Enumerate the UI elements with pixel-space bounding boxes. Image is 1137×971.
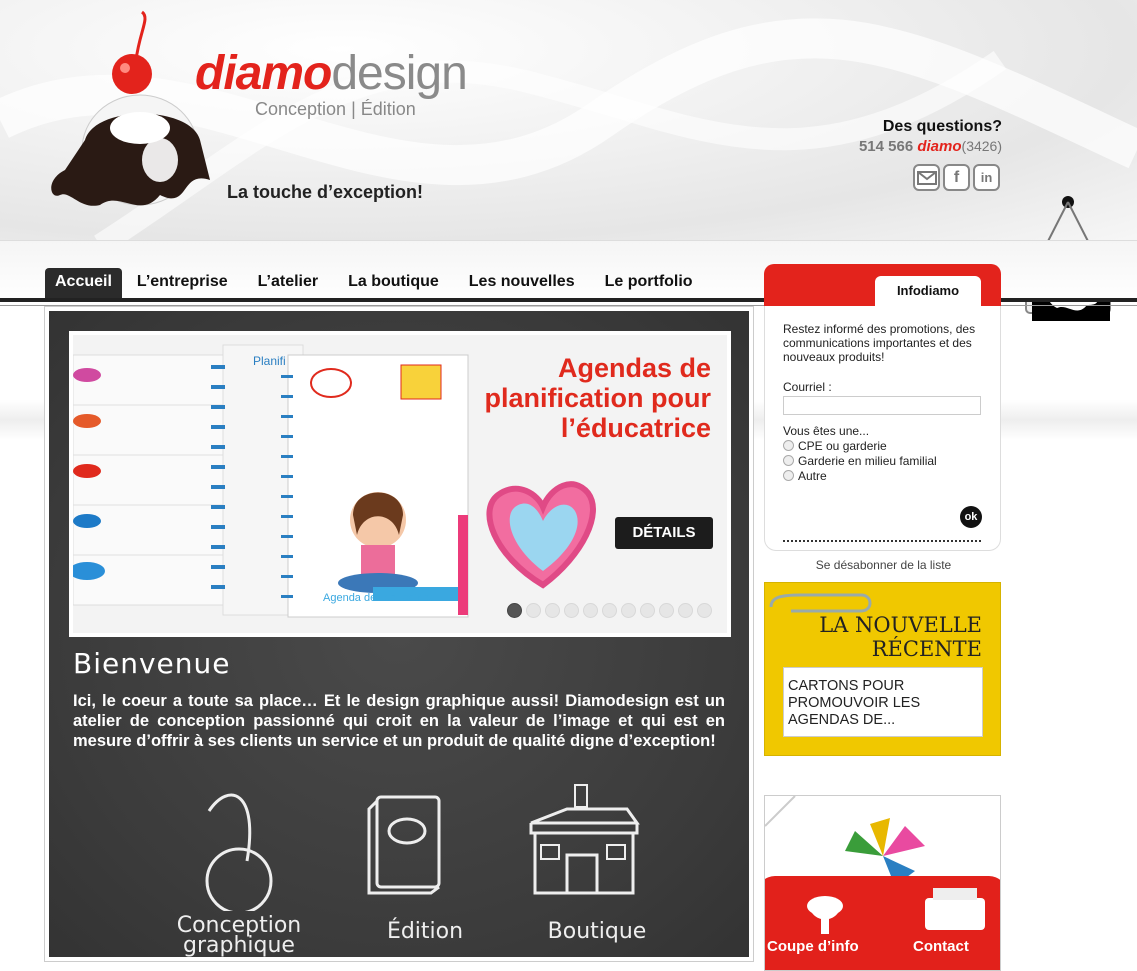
main-content: Planifi Agenda de l’éducatrice Agendas d…: [44, 306, 754, 962]
nav-item-entreprise[interactable]: L’entreprise: [122, 268, 243, 298]
unsubscribe-link[interactable]: Se désabonner de la liste: [765, 558, 1002, 572]
facebook-icon[interactable]: f: [943, 164, 970, 191]
newsletter-body: Restez informé des promotions, des commu…: [764, 306, 1001, 572]
slide-dot[interactable]: [621, 603, 636, 618]
nav-item-nouvelles[interactable]: Les nouvelles: [454, 268, 590, 298]
contact-block: Des questions? 514 566 diamo(3426): [859, 118, 1002, 155]
logo-subtitle: Conception | Édition: [255, 99, 416, 119]
radio-milieu-familial[interactable]: Garderie en milieu familial: [783, 453, 982, 468]
slide-dot[interactable]: [564, 603, 579, 618]
tile-edition-label: Édition: [386, 919, 464, 944]
phone-number[interactable]: 514 566 diamo(3426): [859, 138, 1002, 155]
book-icon: [367, 795, 441, 895]
recent-news-headline[interactable]: CARTONS POUR PROMOUVOIR LES AGENDAS DE..…: [783, 667, 983, 737]
slideshow[interactable]: Planifi Agenda de l’éducatrice Agendas d…: [69, 331, 731, 637]
questions-label: Des questions?: [882, 118, 1002, 135]
recent-news[interactable]: LA NOUVELLE RÉCENTE CARTONS POUR PROMOUV…: [764, 582, 1001, 756]
dotted-divider: [783, 540, 981, 542]
email-icon[interactable]: [913, 164, 940, 191]
email-label: Courriel :: [783, 380, 832, 394]
promo-block: Coupe d’info Contact: [764, 795, 1001, 971]
details-button[interactable]: DÉTAILS: [615, 517, 713, 549]
main-nav: Accueil L’entreprise L’atelier La boutiq…: [45, 268, 708, 298]
tile-boutique-label: Boutique: [547, 919, 647, 944]
newsletter-tab[interactable]: Infodiamo: [875, 276, 981, 310]
tagline: La touche d’exception!: [227, 182, 424, 202]
social-links: f in: [913, 164, 1000, 191]
newsletter-widget: Infodiamo Restez informé des promotions,…: [764, 264, 1001, 572]
cherry-icon: [205, 793, 273, 915]
slide-dot[interactable]: [640, 603, 655, 618]
tile-conception-label-2: graphique: [183, 933, 295, 958]
coupe-info-button[interactable]: Coupe d’info: [767, 938, 859, 955]
slide-dot[interactable]: [659, 603, 674, 618]
welcome-text: Ici, le coeur a toute sa place… Et le de…: [73, 692, 725, 750]
planif-text: Planifi: [253, 354, 286, 368]
slide-pagination: [507, 603, 712, 618]
nav-item-portfolio[interactable]: Le portfolio: [590, 268, 708, 298]
linkedin-icon[interactable]: in: [973, 164, 1000, 191]
tile-conception[interactable]: Conception graphique: [159, 781, 319, 961]
newsletter-intro: Restez informé des promotions, des commu…: [783, 322, 976, 364]
shop-icon: [529, 784, 640, 895]
slide-dot[interactable]: [697, 603, 712, 618]
contact-button[interactable]: Contact: [913, 938, 969, 955]
type-label: Vous êtes une...: [783, 424, 870, 438]
radio-cpe[interactable]: CPE ou garderie: [783, 438, 982, 453]
radio-button[interactable]: [783, 470, 794, 481]
slide-dot[interactable]: [545, 603, 560, 618]
site-logo[interactable]: diamodesign Conception | Édition La touc…: [40, 10, 468, 230]
logo-wordmark: diamodesign: [195, 47, 468, 100]
slide-dot[interactable]: [583, 603, 598, 618]
tile-boutique[interactable]: Boutique: [517, 781, 677, 961]
slide-image[interactable]: Planifi Agenda de l’éducatrice Agendas d…: [73, 335, 727, 633]
sundae-icon: [51, 10, 210, 206]
nav-item-boutique[interactable]: La boutique: [333, 268, 454, 298]
radio-button[interactable]: [783, 440, 794, 451]
newsletter-header: Infodiamo: [764, 264, 1001, 310]
slide-dot[interactable]: [602, 603, 617, 618]
ok-button[interactable]: ok: [960, 506, 982, 528]
slide-title: Agendas de planification pour l’éducatri…: [484, 353, 712, 443]
recent-news-title: LA NOUVELLE RÉCENTE: [819, 613, 982, 661]
tile-edition[interactable]: Édition: [345, 781, 505, 961]
agenda-cover-text: Agenda de l’éducatrice: [323, 592, 435, 604]
radio-button[interactable]: [783, 455, 794, 466]
radio-autre[interactable]: Autre: [783, 468, 982, 483]
chalkboard: Planifi Agenda de l’éducatrice Agendas d…: [49, 311, 749, 957]
slide-dot[interactable]: [526, 603, 541, 618]
slide-dot[interactable]: [507, 603, 522, 618]
welcome-title: Bienvenue: [73, 647, 231, 680]
nav-item-accueil[interactable]: Accueil: [45, 268, 122, 298]
email-field[interactable]: [783, 396, 981, 415]
slide-dot[interactable]: [678, 603, 693, 618]
nav-item-atelier[interactable]: L’atelier: [243, 268, 333, 298]
